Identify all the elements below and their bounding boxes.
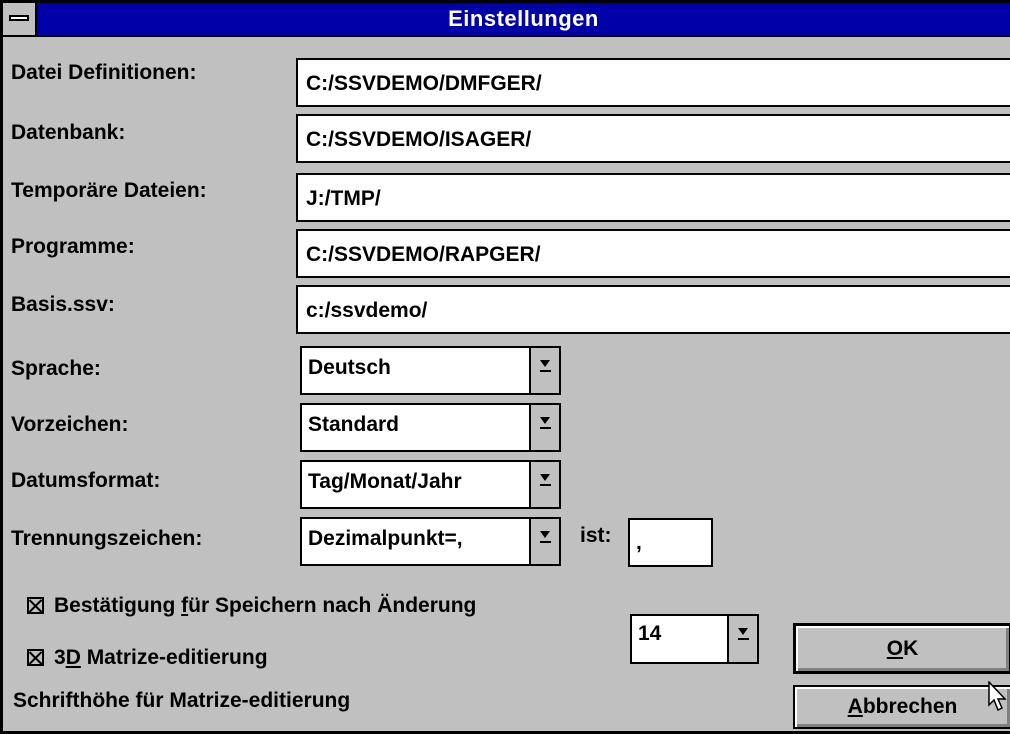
settings-dialog: Einstellungen Datei Definitionen: C:/SSV… <box>0 0 1010 734</box>
label-ist: ist: <box>580 524 612 547</box>
abbrechen-button[interactable]: Abbrechen <box>793 685 1010 729</box>
ok-label-rest: K <box>903 637 919 660</box>
ok-accel: O <box>886 637 904 660</box>
abbrechen-accel: A <box>847 695 863 718</box>
datumsformat-select[interactable]: Tag/Monat/Jahr <box>300 460 561 509</box>
dropdown-arrow-icon[interactable] <box>529 348 559 393</box>
checkbox-bestaetigung-label-end: ür Speichern nach Änderung <box>188 594 477 617</box>
checkbox-bestaetigung[interactable]: Bestätigung für Speichern nach Änderung <box>27 594 476 618</box>
datei-definitionen-input[interactable]: C:/SSVDEMO/DMFGER/ <box>296 58 1010 107</box>
sprache-select[interactable]: Deutsch <box>300 346 561 395</box>
sprache-value: Deutsch <box>308 356 391 379</box>
vorzeichen-value: Standard <box>308 413 400 436</box>
programme-input[interactable]: C:/SSVDEMO/RAPGER/ <box>296 229 1010 278</box>
abbrechen-label-rest: bbrechen <box>862 695 958 718</box>
label-datenbank: Datenbank: <box>11 121 126 144</box>
basis-ssv-input[interactable]: c:/ssvdemo/ <box>296 285 1010 334</box>
checkbox-3d-label-start: 3 <box>54 646 66 669</box>
ist-input[interactable]: , <box>628 518 713 567</box>
label-programme: Programme: <box>11 235 135 258</box>
label-temporaere-dateien: Temporäre Dateien: <box>11 179 207 202</box>
label-sprache: Sprache: <box>11 357 101 380</box>
dropdown-arrow-icon[interactable] <box>529 519 559 564</box>
datenbank-input[interactable]: C:/SSVDEMO/ISAGER/ <box>296 114 1010 163</box>
dropdown-arrow-icon[interactable] <box>529 405 559 450</box>
datumsformat-value: Tag/Monat/Jahr <box>308 470 462 493</box>
label-basis-ssv: Basis.ssv: <box>11 293 115 316</box>
label-trennungszeichen: Trennungszeichen: <box>11 527 203 550</box>
schrifthoehe-value: 14 <box>638 622 662 645</box>
checkbox-3d-label-end: Matrize-editierung <box>80 646 268 669</box>
label-schrifthoehe: Schrifthöhe für Matrize-editierung <box>13 689 351 712</box>
trennungszeichen-value: Dezimalpunkt=, <box>308 527 463 550</box>
checkbox-3d-matrize[interactable]: 3D Matrize-editierung <box>27 646 268 670</box>
label-datei-definitionen: Datei Definitionen: <box>11 61 197 84</box>
checkbox-bestaetigung-label-start: Bestätigung <box>54 594 182 617</box>
title-bar: Einstellungen <box>3 3 1010 37</box>
label-datumsformat: Datumsformat: <box>11 469 161 492</box>
trennungszeichen-select[interactable]: Dezimalpunkt=, <box>300 517 561 566</box>
temporaere-dateien-input[interactable]: J:/TMP/ <box>296 173 1010 222</box>
schrifthoehe-select[interactable]: 14 <box>630 614 759 664</box>
label-vorzeichen: Vorzeichen: <box>11 413 129 436</box>
checkbox-3d-accel: D <box>65 646 81 669</box>
ok-button[interactable]: OK <box>793 623 1010 674</box>
window-title: Einstellungen <box>448 6 599 31</box>
system-menu-icon[interactable] <box>3 3 37 35</box>
dropdown-arrow-icon[interactable] <box>529 462 559 507</box>
mouse-pointer-icon <box>988 681 1007 712</box>
dropdown-arrow-icon[interactable] <box>727 616 757 662</box>
vorzeichen-select[interactable]: Standard <box>300 403 561 452</box>
checkbox-checked-icon[interactable] <box>27 597 44 614</box>
checkbox-checked-icon[interactable] <box>27 649 44 666</box>
